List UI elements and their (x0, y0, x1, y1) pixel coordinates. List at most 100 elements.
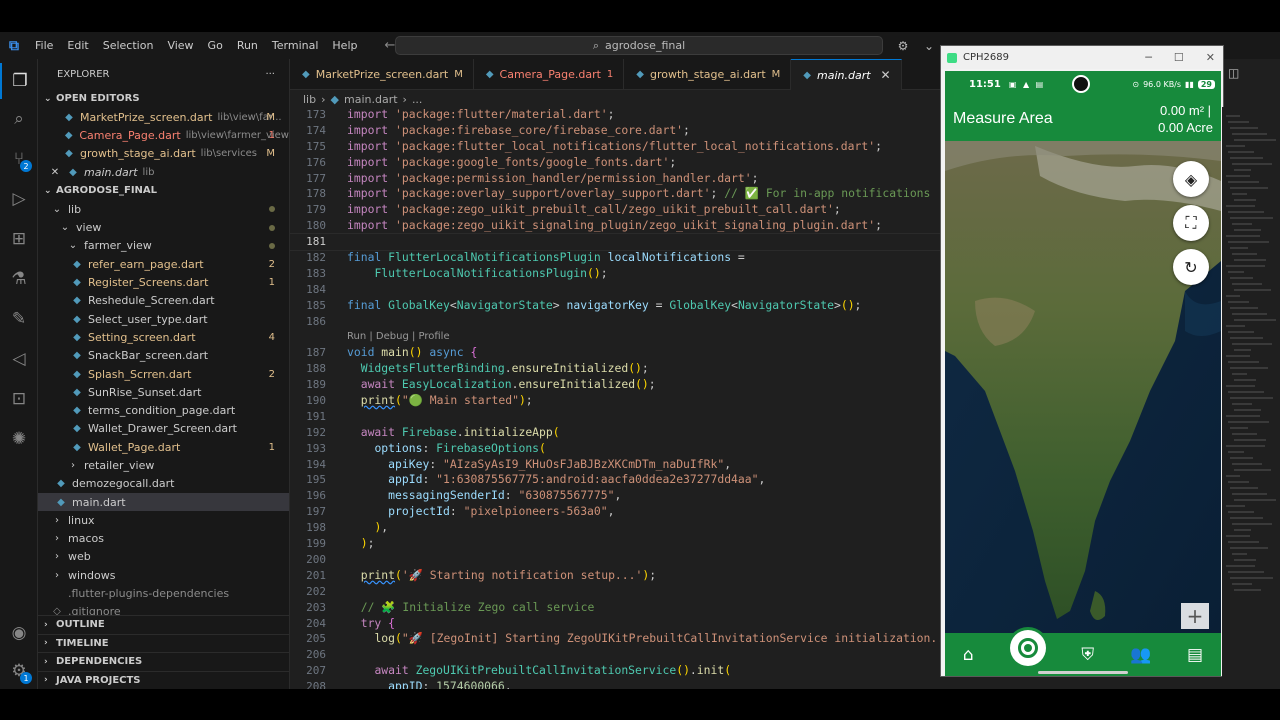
close-icon[interactable]: ✕ (48, 167, 62, 178)
menu-terminal[interactable]: Terminal (265, 32, 326, 59)
refresh-button[interactable]: ↻ (1173, 249, 1209, 285)
code-line[interactable]: 208 appID: 1574600066, (290, 679, 940, 689)
measure-location-button[interactable] (1009, 630, 1046, 666)
file-item[interactable]: ◆ Splash_Scrren.dart 2 (38, 365, 289, 383)
file-item[interactable]: ◆ demozegocall.dart (38, 475, 289, 493)
folder-item[interactable]: › linux (38, 511, 289, 529)
section-java-projects[interactable]: › JAVA PROJECTS (38, 670, 289, 690)
folder-retailer-view[interactable]: › retailer_view (38, 456, 289, 474)
menu-selection[interactable]: Selection (96, 32, 161, 59)
code-line[interactable]: 204 try { (290, 616, 940, 632)
code-line[interactable]: 188 WidgetsFlutterBinding.ensureInitiali… (290, 361, 940, 377)
code-line[interactable]: 175 import 'package:flutter_local_notific… (290, 139, 940, 155)
breadcrumb-file[interactable]: main.dart (344, 93, 398, 106)
extensions-icon[interactable]: ⊞ (0, 221, 38, 257)
tab-growth-stage-ai-dart[interactable]: ◆ growth_stage_ai.dart M (624, 59, 792, 90)
code-line[interactable]: 207 await ZegoUIKitPrebuiltCallInvitatio… (290, 663, 940, 679)
menu-help[interactable]: Help (325, 32, 364, 59)
breadcrumb-symbol[interactable]: ... (412, 93, 423, 106)
back-arrow-icon[interactable]: ← (384, 38, 395, 53)
file-item[interactable]: ◆ SnackBar_screen.dart (38, 347, 289, 365)
code-line[interactable]: 183 FlutterLocalNotificationsPlugin(); (290, 266, 940, 282)
folder-view[interactable]: ⌄ view (38, 218, 289, 236)
home-icon[interactable]: ⌂ (963, 645, 974, 665)
gesture-bar[interactable] (1038, 671, 1128, 674)
tab-main-dart[interactable]: ◆ main.dart ✕ (791, 59, 902, 90)
code-line[interactable]: 200 (290, 552, 940, 568)
code-line[interactable]: 201 print('🚀 Starting notification setup… (290, 568, 940, 584)
section-outline[interactable]: › OUTLINE (38, 615, 289, 634)
project-section[interactable]: ⌄ AGRODOSE_FINAL (38, 181, 289, 200)
section-dependencies[interactable]: › DEPENDENCIES (38, 652, 289, 671)
file-item[interactable]: ◆ main.dart (38, 492, 289, 512)
code-line[interactable]: 186 (290, 314, 940, 330)
file-item[interactable]: ◆ Reshedule_Screen.dart (38, 292, 289, 310)
code-line[interactable]: 203 // 🧩 Initialize Zego call service (290, 600, 940, 616)
store-icon[interactable]: ▤ (1187, 645, 1203, 665)
open-editor-item[interactable]: ◆ Camera_Page.dart lib\view\farmer_view 1 (38, 126, 289, 144)
code-line[interactable]: 187 void main() async { (290, 345, 940, 361)
code-line[interactable]: 190 print("🟢 Main started"); (290, 393, 940, 409)
flutter-icon[interactable]: ◁ (0, 341, 38, 377)
tab-marketprize-screen-dart[interactable]: ◆ MarketPrize_screen.dart M (290, 59, 474, 90)
close-icon[interactable]: ✕ (1206, 51, 1215, 64)
code-line[interactable]: 179 import 'package:zego_uikit_prebuilt_c… (290, 202, 940, 218)
code-line[interactable]: 174 import 'package:firebase_core/firebas… (290, 123, 940, 139)
file-item[interactable]: ◆ refer_earn_page.dart 2 (38, 255, 289, 273)
open-editor-item[interactable]: ◆ MarketPrize_screen.dart lib\view\far... M (38, 108, 289, 126)
breadcrumb-folder[interactable]: lib (303, 93, 316, 106)
fullscreen-button[interactable]: ⛶ (1173, 205, 1209, 241)
testing-icon[interactable]: ⚗ (0, 261, 38, 297)
code-line[interactable]: 184 (290, 282, 940, 298)
chevron-down-icon[interactable]: ⌄ (918, 36, 940, 55)
code-line[interactable]: 177 import 'package:permission_handler/pe… (290, 171, 940, 187)
folder-farmer-view[interactable]: ⌄ farmer_view (38, 237, 289, 255)
minimap[interactable] (1222, 107, 1280, 689)
code-line[interactable]: 181 (290, 233, 940, 252)
menu-file[interactable]: File (28, 32, 60, 59)
settings-gear-icon[interactable]: ⚙ 1 (0, 653, 38, 689)
code-line[interactable]: 185 final GlobalKey<NavigatorState> navig… (290, 298, 940, 314)
code-line[interactable]: 198 ), (290, 520, 940, 536)
layers-button[interactable]: ◈ (1173, 161, 1209, 197)
tab-camera-page-dart[interactable]: ◆ Camera_Page.dart 1 (474, 59, 625, 90)
menu-run[interactable]: Run (230, 32, 265, 59)
copilot-icon[interactable]: ⚙ (892, 36, 914, 55)
maximize-icon[interactable]: ☐ (1174, 51, 1184, 64)
zoom-in-button[interactable]: + (1181, 603, 1209, 629)
file-item[interactable]: ◆ Select_user_type.dart (38, 310, 289, 328)
code-line[interactable]: 205 log("🚀 [ZegoInit] Starting ZegoUIKit… (290, 631, 940, 647)
folder-item[interactable]: › windows (38, 566, 289, 584)
bug-icon[interactable]: ✺ (0, 421, 38, 457)
remote-explorer-icon[interactable]: ⊡ (0, 381, 38, 417)
open-editors-section[interactable]: ⌄ OPEN EDITORS (38, 89, 289, 108)
command-center-search[interactable]: ⌕ agrodose_final (395, 36, 883, 55)
source-control-icon[interactable]: ⑂ 2 (0, 141, 38, 177)
open-editor-item[interactable]: ◆ growth_stage_ai.dart lib\services M (38, 145, 289, 163)
code-line[interactable]: 192 await Firebase.initializeApp( (290, 425, 940, 441)
close-icon[interactable]: ✕ (881, 68, 891, 82)
file-item[interactable]: ◆ Wallet_Page.dart 1 (38, 438, 289, 456)
code-line[interactable]: 194 apiKey: "AIzaSyAsI9_KHuOsFJaBJBzXKCm… (290, 457, 940, 473)
code-line[interactable]: 191 (290, 409, 940, 425)
section-timeline[interactable]: › TIMELINE (38, 633, 289, 653)
run-debug-icon[interactable]: ▷ (0, 181, 38, 217)
file-item[interactable]: ◆ Setting_screen.dart 4 (38, 328, 289, 346)
more-actions-icon[interactable]: ··· (265, 69, 275, 80)
code-line[interactable]: 193 options: FirebaseOptions( (290, 441, 940, 457)
code-line[interactable]: 180 import 'package:zego_uikit_signaling_… (290, 218, 940, 234)
codelens-run-debug[interactable]: Run | Debug | Profile (290, 329, 940, 345)
group-icon[interactable]: 👥 (1130, 645, 1151, 665)
code-line[interactable]: 195 appId: "1:630875567775:android:aacfa… (290, 472, 940, 488)
code-line[interactable]: 206 (290, 647, 940, 663)
code-line[interactable]: 189 await EasyLocalization.ensureInitial… (290, 377, 940, 393)
file-item[interactable]: ◆ Wallet_Drawer_Screen.dart (38, 420, 289, 438)
code-line[interactable]: 197 projectId: "pixelpioneers-563a0", (290, 504, 940, 520)
folder-item[interactable]: › web (38, 548, 289, 566)
code-line[interactable]: 202 (290, 584, 940, 600)
code-line[interactable]: 182 final FlutterLocalNotificationsPlugin… (290, 250, 940, 266)
explorer-icon[interactable]: ❐ (0, 63, 38, 99)
code-line[interactable]: 173 import 'package:flutter/material.dart… (290, 107, 940, 123)
file-item[interactable]: .flutter-plugins-dependencies (38, 584, 289, 602)
menu-view[interactable]: View (160, 32, 200, 59)
